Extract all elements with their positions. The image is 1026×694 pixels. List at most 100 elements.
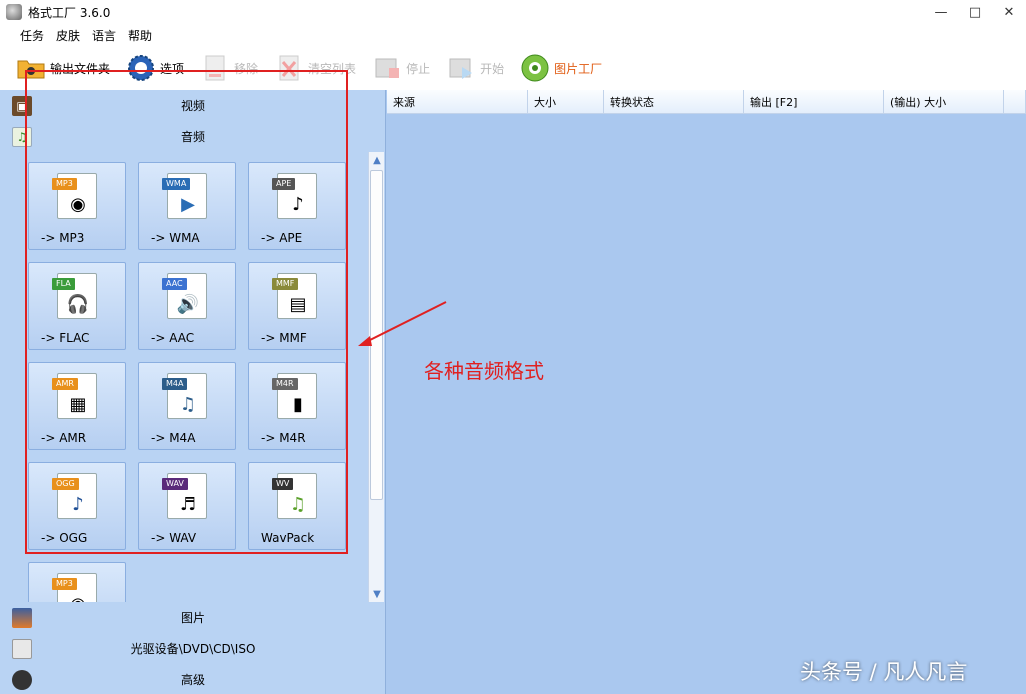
play-icon: ▶ bbox=[181, 193, 195, 215]
ape-tag: APE bbox=[272, 178, 296, 190]
wv-file-icon: WV ♫ bbox=[272, 473, 317, 519]
start-button[interactable]: 开始 bbox=[446, 53, 504, 83]
category-picture-label: 图片 bbox=[180, 611, 205, 625]
clear-list-icon bbox=[274, 53, 304, 83]
folder-icon bbox=[16, 53, 46, 83]
options-button[interactable]: 选项 bbox=[126, 53, 184, 83]
close-button[interactable]: ✕ bbox=[992, 0, 1026, 24]
format-tile-wavpack[interactable]: WV ♫ WavPack bbox=[248, 462, 346, 550]
menu-task[interactable]: 任务 bbox=[20, 27, 44, 44]
stop-label: 停止 bbox=[406, 61, 431, 76]
format-label-mmf: -> MMF bbox=[261, 331, 307, 345]
minimize-button[interactable]: — bbox=[924, 0, 958, 24]
tablet-icon: ▦ bbox=[69, 393, 87, 415]
format-label-amr: -> AMR bbox=[41, 431, 87, 445]
stop-button[interactable]: 停止 bbox=[372, 53, 430, 83]
aac-file-icon: AAC 🔊 bbox=[162, 273, 207, 319]
headphones-icon: 🎧 bbox=[66, 293, 90, 315]
clear-list-button[interactable]: 清空列表 bbox=[274, 53, 356, 83]
menu-language[interactable]: 语言 bbox=[92, 27, 116, 44]
category-audio-label: 音频 bbox=[180, 130, 205, 144]
wav-file-icon: WAV ♬ bbox=[162, 473, 207, 519]
format-tile-ogg[interactable]: OGG ♪ -> OGG bbox=[28, 462, 126, 550]
format-label-wavpack: WavPack bbox=[261, 531, 315, 545]
ape-glyph-icon: ♪ bbox=[292, 193, 304, 215]
scroll-down-arrow-icon[interactable]: ▼ bbox=[369, 586, 385, 602]
start-icon bbox=[446, 53, 476, 83]
maximize-button[interactable]: □ bbox=[958, 0, 992, 24]
category-disc-label: 光驱设备\DVD\CD\ISO bbox=[130, 642, 256, 656]
menu-skin[interactable]: 皮肤 bbox=[56, 27, 80, 44]
disc-music-icon: ♫ bbox=[179, 393, 197, 415]
mp3-tag: MP3 bbox=[52, 178, 77, 190]
wav-tag: WAV bbox=[162, 478, 188, 490]
format-tile-ape[interactable]: APE ♪ -> APE bbox=[248, 162, 346, 250]
output-folder-button[interactable]: 输出文件夹 bbox=[16, 53, 110, 83]
column-size[interactable]: 大小 bbox=[528, 90, 604, 114]
category-video[interactable]: ▣ 视频 bbox=[0, 90, 386, 121]
m4r-file-icon: M4R ▮ bbox=[272, 373, 317, 419]
format-tile-amr[interactable]: AMR ▦ -> AMR bbox=[28, 362, 126, 450]
green-note-icon: ♫ bbox=[289, 493, 307, 515]
category-audio[interactable]: ♫ 音频 bbox=[0, 121, 386, 152]
document-remove-icon bbox=[200, 53, 230, 83]
music-notes-icon: ♬ bbox=[179, 493, 197, 515]
format-tile-wav[interactable]: WAV ♬ -> WAV bbox=[138, 462, 236, 550]
title-bar: 格式工厂 3.6.0 — □ ✕ bbox=[0, 0, 1026, 24]
menu-help[interactable]: 帮助 bbox=[128, 27, 152, 44]
aac-tag: AAC bbox=[162, 278, 187, 290]
remove-button[interactable]: 移除 bbox=[200, 53, 258, 83]
annotation-arrow bbox=[358, 301, 447, 346]
format-tile-flac[interactable]: FLA 🎧 -> FLAC bbox=[28, 262, 126, 350]
m4a-tag: M4A bbox=[162, 378, 188, 390]
format-label-wav: -> WAV bbox=[151, 531, 197, 545]
picture-factory-button[interactable]: 图片工厂 bbox=[520, 53, 602, 83]
format-tile-mmf[interactable]: MMF ▤ -> MMF bbox=[248, 262, 346, 350]
task-list: 来源 大小 转换状态 输出 [F2] (输出) 大小 bbox=[387, 90, 1026, 694]
window-title: 格式工厂 3.6.0 bbox=[28, 5, 111, 20]
format-tile-m4a[interactable]: M4A ♫ -> M4A bbox=[138, 362, 236, 450]
clear-list-label: 清空列表 bbox=[308, 61, 357, 76]
column-output[interactable]: 输出 [F2] bbox=[744, 90, 884, 114]
category-picture[interactable]: 图片 bbox=[0, 602, 386, 633]
column-filler bbox=[1004, 90, 1026, 114]
speaker-icon: ◉ bbox=[70, 193, 86, 215]
category-disc[interactable]: 光驱设备\DVD\CD\ISO bbox=[0, 633, 386, 664]
category-panel: ▣ 视频 ♫ 音频 MP3 ◉ -> MP3 WMA ▶ -> WMA APE … bbox=[0, 90, 386, 694]
mmf-tag: MMF bbox=[272, 278, 299, 290]
format-label-m4r: -> M4R bbox=[261, 431, 306, 445]
start-label: 开始 bbox=[480, 61, 505, 76]
column-source[interactable]: 来源 bbox=[387, 90, 528, 114]
film-reel-icon bbox=[12, 669, 32, 690]
amr-tag: AMR bbox=[52, 378, 78, 390]
format-tile-mp3-partial[interactable]: MP3 ◉ bbox=[28, 562, 126, 602]
menu-bar: 任务 皮肤 语言 帮助 bbox=[0, 24, 1026, 46]
format-grid-scrollbar[interactable]: ▲ ▼ bbox=[368, 152, 384, 602]
picture-factory-icon bbox=[520, 53, 550, 83]
stop-icon bbox=[372, 53, 402, 83]
remove-label: 移除 bbox=[234, 61, 259, 76]
app-icon bbox=[6, 4, 22, 20]
mp3-file-icon: MP3 ◉ bbox=[52, 573, 97, 602]
format-label-ogg: -> OGG bbox=[41, 531, 88, 545]
column-output-size[interactable]: (输出) 大小 bbox=[884, 90, 1004, 114]
scroll-up-arrow-icon[interactable]: ▲ bbox=[369, 152, 385, 168]
format-tile-m4r[interactable]: M4R ▮ -> M4R bbox=[248, 362, 346, 450]
category-advanced[interactable]: 高级 bbox=[0, 664, 386, 694]
output-folder-label: 输出文件夹 bbox=[50, 61, 111, 76]
picture-factory-label: 图片工厂 bbox=[554, 61, 603, 76]
format-label-flac: -> FLAC bbox=[41, 331, 90, 345]
column-status[interactable]: 转换状态 bbox=[604, 90, 744, 114]
picture-icon bbox=[12, 607, 32, 628]
wv-tag: WV bbox=[272, 478, 294, 490]
phone-icon: ▮ bbox=[293, 393, 303, 415]
format-tile-aac[interactable]: AAC 🔊 -> AAC bbox=[138, 262, 236, 350]
ogg-file-icon: OGG ♪ bbox=[52, 473, 97, 519]
ogg-tag: OGG bbox=[52, 478, 79, 490]
format-label-m4a: -> M4A bbox=[151, 431, 196, 445]
m4a-file-icon: M4A ♫ bbox=[162, 373, 207, 419]
format-tile-wma[interactable]: WMA ▶ -> WMA bbox=[138, 162, 236, 250]
format-tile-mp3[interactable]: MP3 ◉ -> MP3 bbox=[28, 162, 126, 250]
disc-drive-icon bbox=[12, 638, 32, 659]
mp3-file-icon: MP3 ◉ bbox=[52, 173, 97, 219]
